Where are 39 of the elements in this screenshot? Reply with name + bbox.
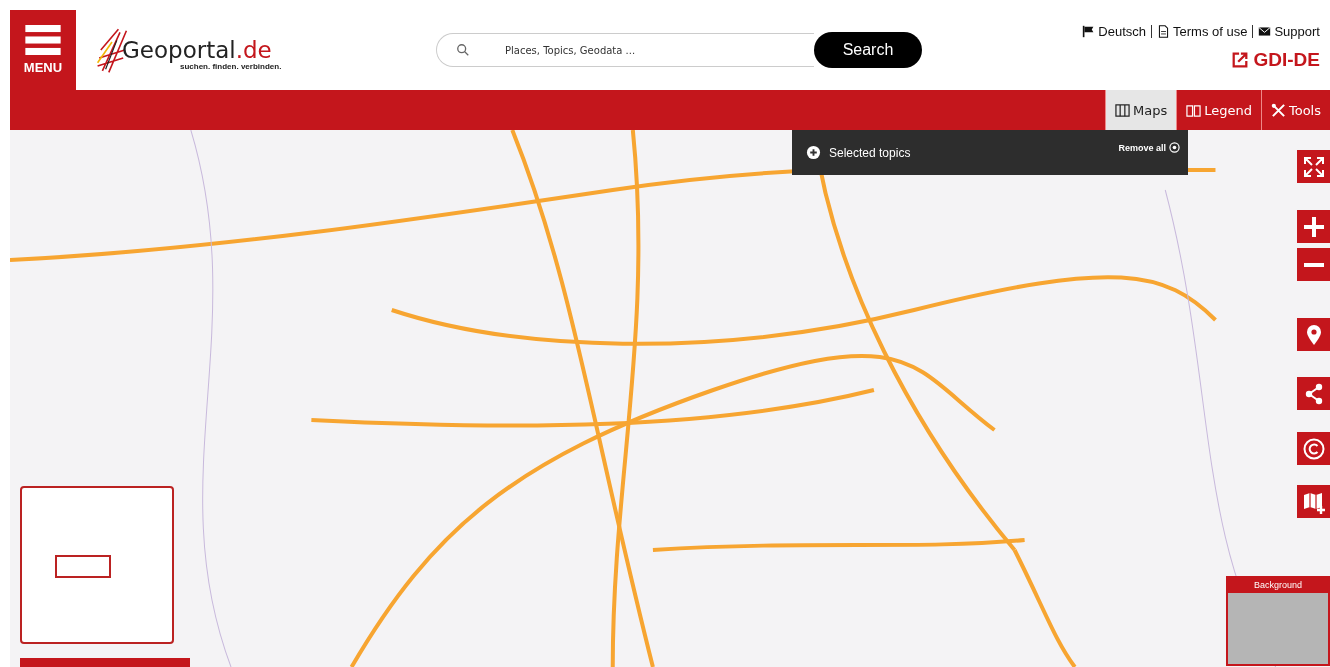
background-switcher[interactable]: Background — [1226, 576, 1330, 666]
viewport-rectangle[interactable] — [55, 555, 111, 578]
zoom-in-button[interactable] — [1297, 210, 1330, 243]
gdi-de-link[interactable]: GDI-DE — [1230, 49, 1320, 71]
menu-icon — [25, 25, 61, 55]
envelope-icon — [1258, 25, 1272, 38]
document-icon — [1157, 25, 1171, 38]
logo-wordmark: Geoportal.de — [122, 39, 273, 62]
search-icon — [456, 43, 470, 57]
background-title: Background — [1253, 579, 1302, 592]
zoom-out-icon — [1301, 262, 1326, 267]
map-icon — [1115, 102, 1130, 118]
menu-button[interactable]: MENU — [10, 10, 76, 90]
copyright-button[interactable] — [1297, 432, 1330, 465]
map-drawing[interactable]: Selected topics Remove all Background — [10, 130, 1330, 667]
search-button[interactable]: Search — [814, 32, 922, 68]
overview-map[interactable] — [20, 486, 174, 644]
zoom-in-icon — [1301, 214, 1326, 239]
add-icon — [806, 145, 821, 160]
share-button[interactable] — [1297, 377, 1330, 410]
add-map-button[interactable] — [1297, 485, 1330, 518]
close-circle-icon — [1169, 142, 1180, 153]
fullscreen-icon — [1301, 154, 1326, 179]
zoom-out-button[interactable] — [1297, 248, 1330, 281]
external-link-icon — [1230, 51, 1249, 69]
panel-title: Selected topics — [829, 145, 911, 160]
flag-icon — [1082, 25, 1096, 38]
logo-tagline: suchen. finden. verbinden. — [180, 62, 282, 71]
copyright-icon — [1301, 436, 1326, 461]
remove-all-button[interactable]: Remove all — [1118, 142, 1180, 153]
language-link[interactable]: Deutsch — [1082, 24, 1147, 39]
fullscreen-button[interactable] — [1297, 150, 1330, 183]
terms-link[interactable]: Terms of use — [1157, 24, 1248, 39]
tab[interactable]: Maps — [1105, 90, 1177, 130]
search-field[interactable]: Places, Topics, Geodata ... — [436, 33, 814, 67]
tools-icon — [1270, 102, 1286, 118]
support-link[interactable]: Support — [1258, 24, 1320, 39]
location-button[interactable] — [1297, 318, 1330, 351]
book-icon — [1186, 102, 1202, 118]
